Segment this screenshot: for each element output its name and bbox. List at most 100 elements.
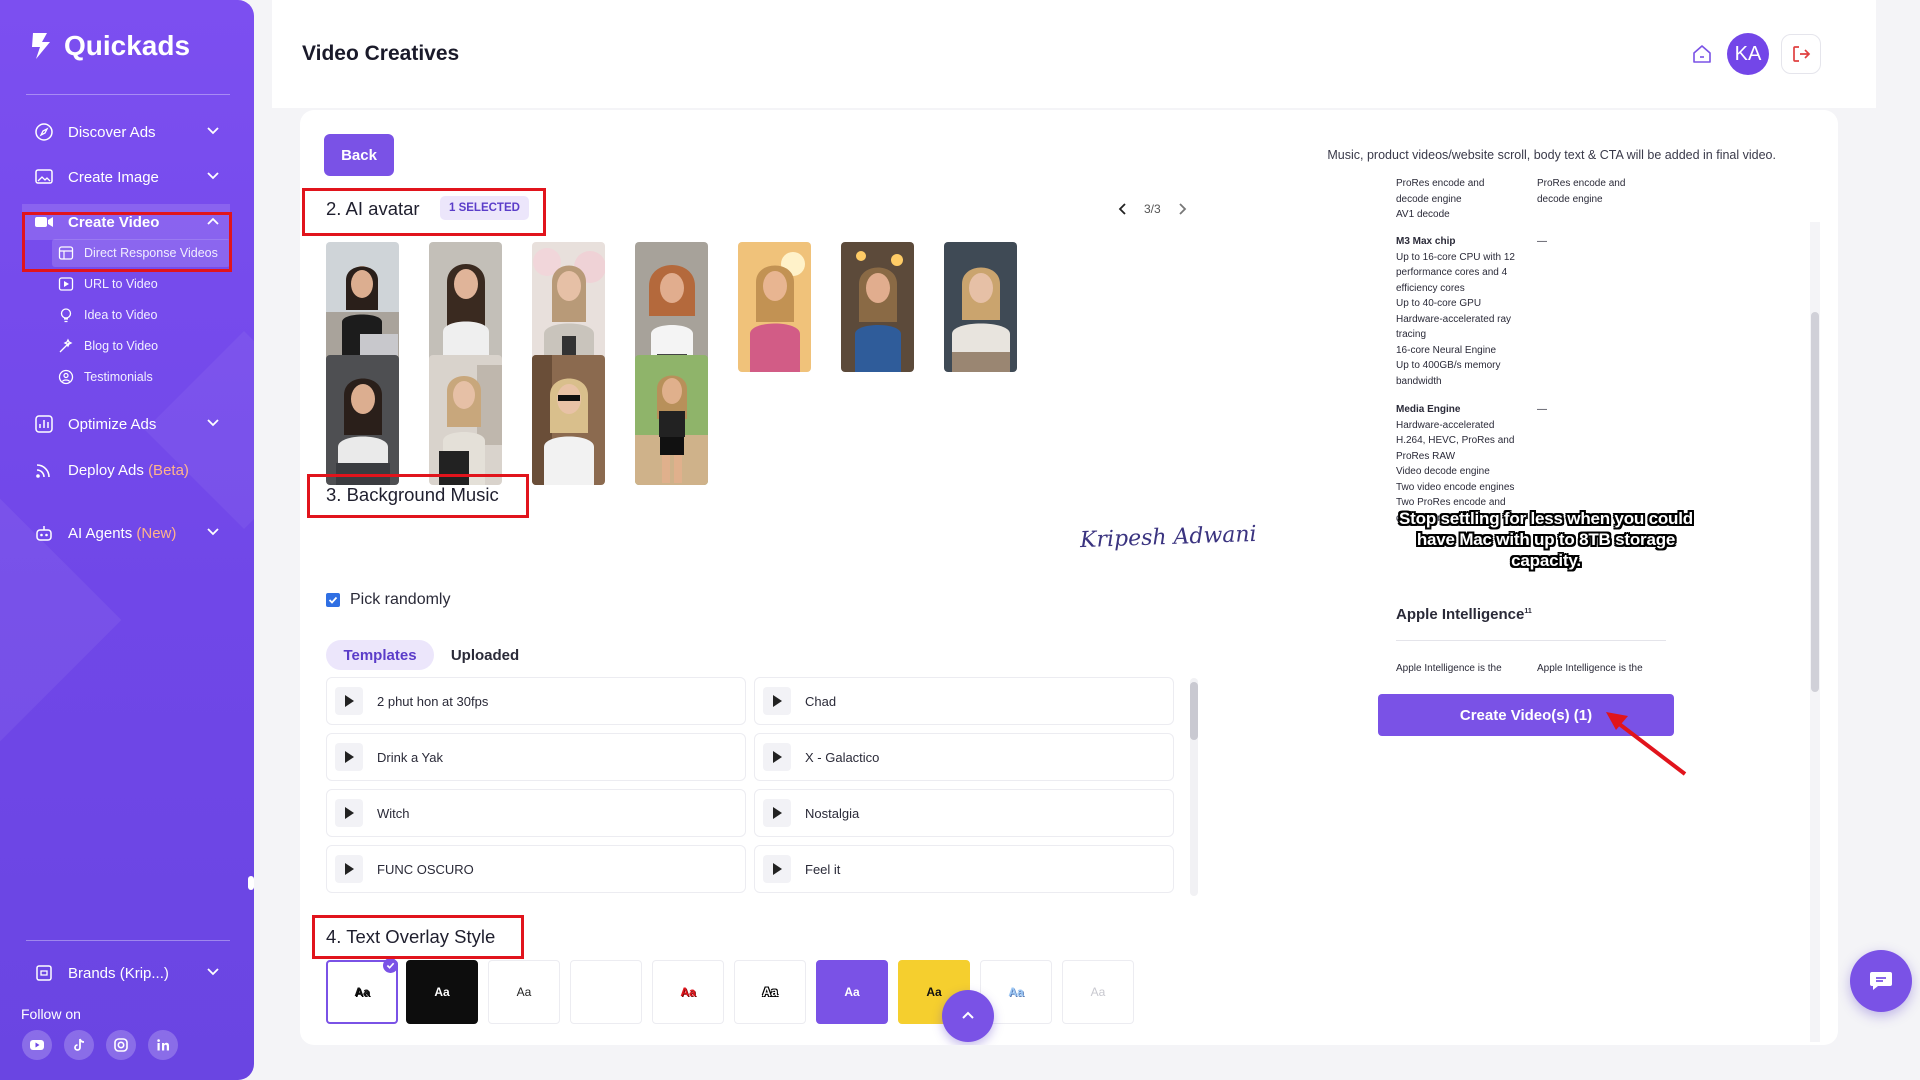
spec-line: ProRes encode and xyxy=(1537,178,1626,189)
chevron-right-icon[interactable] xyxy=(1177,203,1187,215)
avatar-option[interactable] xyxy=(532,242,605,372)
play-icon xyxy=(345,863,354,875)
sidebar-sub-url-to-video[interactable]: URL to Video xyxy=(52,270,230,298)
chevron-down-icon xyxy=(207,968,219,976)
home-button[interactable] xyxy=(1682,34,1722,74)
music-track[interactable]: Feel it xyxy=(754,845,1174,893)
avatar-option[interactable] xyxy=(635,355,708,485)
text-style-option[interactable]: Aa xyxy=(488,960,560,1024)
play-button[interactable] xyxy=(335,687,363,715)
media-dash: — xyxy=(1537,404,1547,415)
tiktok-icon xyxy=(74,1038,85,1051)
avatar-option[interactable] xyxy=(429,355,502,485)
avatar-option[interactable] xyxy=(326,242,399,372)
compass-icon xyxy=(34,122,54,142)
play-button[interactable] xyxy=(763,743,791,771)
selected-check-badge xyxy=(383,958,398,973)
play-button[interactable] xyxy=(763,799,791,827)
style-sample: Aa xyxy=(762,985,778,999)
text-style-option[interactable]: Aa xyxy=(1062,960,1134,1024)
sidebar-item-create-video[interactable]: Create Video xyxy=(22,204,230,240)
music-list-scrollbar[interactable] xyxy=(1190,678,1198,896)
sub-item-label: Testimonials xyxy=(84,370,153,384)
play-button[interactable] xyxy=(335,743,363,771)
chevron-up-icon xyxy=(207,217,219,225)
avatar-option[interactable] xyxy=(532,355,605,485)
ai-footnote: 11 xyxy=(1524,608,1532,615)
sidebar-sub-idea-to-video[interactable]: Idea to Video xyxy=(52,301,230,329)
avatar-option[interactable] xyxy=(326,355,399,485)
robot-icon xyxy=(34,523,54,543)
page-indicator: 3/3 xyxy=(1144,202,1161,216)
sidebar-sub-testimonials[interactable]: Testimonials xyxy=(52,363,230,391)
logout-button[interactable] xyxy=(1781,34,1821,74)
track-name: Chad xyxy=(805,693,837,709)
sidebar-item-ai-agents[interactable]: AI Agents (New) xyxy=(22,515,230,551)
play-button[interactable] xyxy=(763,687,791,715)
track-name: X - Galactico xyxy=(805,749,880,765)
red-arrow-annotation xyxy=(1606,712,1687,776)
text-style-option[interactable]: Aa xyxy=(406,960,478,1024)
tab-templates[interactable]: Templates xyxy=(326,640,434,670)
new-tag: (New) xyxy=(136,524,177,542)
sidebar-item-label: Optimize Ads xyxy=(68,415,157,433)
play-icon xyxy=(773,695,782,707)
sidebar-sub-blog-to-video[interactable]: Blog to Video xyxy=(52,332,230,360)
back-button[interactable]: Back xyxy=(324,134,394,176)
tab-uploaded[interactable]: Uploaded xyxy=(450,640,520,670)
scrollbar-thumb[interactable] xyxy=(1190,682,1198,740)
music-track[interactable]: Drink a Yak xyxy=(326,733,746,781)
broadcast-icon xyxy=(34,460,54,480)
chevron-left-icon[interactable] xyxy=(1118,203,1128,215)
spec-line: bandwidth xyxy=(1396,375,1442,387)
text-style-option[interactable]: Aa xyxy=(816,960,888,1024)
link-video-icon xyxy=(58,277,74,291)
text-style-option[interactable] xyxy=(570,960,642,1024)
checkbox-checked[interactable] xyxy=(326,593,340,607)
avatar-option[interactable] xyxy=(841,242,914,372)
page-scrollbar[interactable] xyxy=(1810,222,1820,1042)
sidebar-item-create-image[interactable]: Create Image xyxy=(22,159,230,195)
music-track[interactable]: Witch xyxy=(326,789,746,837)
brand-logo[interactable]: Quickads xyxy=(30,30,190,62)
scrollbar-thumb[interactable] xyxy=(1811,312,1819,692)
music-track[interactable]: Chad xyxy=(754,677,1174,725)
sidebar-item-deploy-ads[interactable]: Deploy Ads (Beta) xyxy=(22,452,230,488)
play-button[interactable] xyxy=(335,855,363,883)
spec-line: performance cores and 4 xyxy=(1396,267,1508,278)
brand-name: Quickads xyxy=(64,30,191,61)
sidebar-item-optimize-ads[interactable]: Optimize Ads xyxy=(22,406,230,442)
sidebar-divider xyxy=(26,94,230,95)
text-style-option[interactable]: Aa xyxy=(652,960,724,1024)
sidebar-collapse-handle[interactable] xyxy=(248,876,254,890)
text-style-option[interactable]: Aa xyxy=(734,960,806,1024)
music-track[interactable]: Nostalgia xyxy=(754,789,1174,837)
avatar-option[interactable] xyxy=(944,242,1017,372)
sidebar-sub-direct-response-videos[interactable]: Direct Response Videos xyxy=(52,239,230,267)
music-track-list: 2 phut hon at 30fps Chad Drink a Yak X -… xyxy=(326,677,1181,897)
music-track[interactable]: FUNC OSCURO xyxy=(326,845,746,893)
sidebar-divider xyxy=(26,940,230,941)
chat-support-button[interactable] xyxy=(1850,950,1912,1012)
avatar-option[interactable] xyxy=(429,242,502,372)
user-avatar[interactable]: KA xyxy=(1727,33,1769,75)
youtube-link[interactable] xyxy=(22,1030,52,1060)
tiktok-link[interactable] xyxy=(64,1030,94,1060)
text-style-option[interactable]: Aa xyxy=(326,958,398,1024)
pick-randomly-checkbox[interactable]: Pick randomly xyxy=(326,591,450,609)
avatar-option[interactable] xyxy=(635,242,708,372)
style-sample: Aa xyxy=(354,985,370,999)
sidebar-item-discover-ads[interactable]: Discover Ads xyxy=(22,114,230,150)
style-sample: Aa xyxy=(434,985,450,999)
play-button[interactable] xyxy=(335,799,363,827)
play-button[interactable] xyxy=(763,855,791,883)
linkedin-link[interactable] xyxy=(148,1030,178,1060)
music-track[interactable]: 2 phut hon at 30fps xyxy=(326,677,746,725)
background-music-section-title: 3. Background Music xyxy=(326,484,499,505)
avatar-option[interactable] xyxy=(738,242,811,372)
music-track[interactable]: X - Galactico xyxy=(754,733,1174,781)
scroll-to-top-button[interactable] xyxy=(942,990,994,1042)
instagram-link[interactable] xyxy=(106,1030,136,1060)
style-sample: Aa xyxy=(1008,985,1024,999)
brands-selector[interactable]: Brands (Krip...) xyxy=(22,955,230,991)
